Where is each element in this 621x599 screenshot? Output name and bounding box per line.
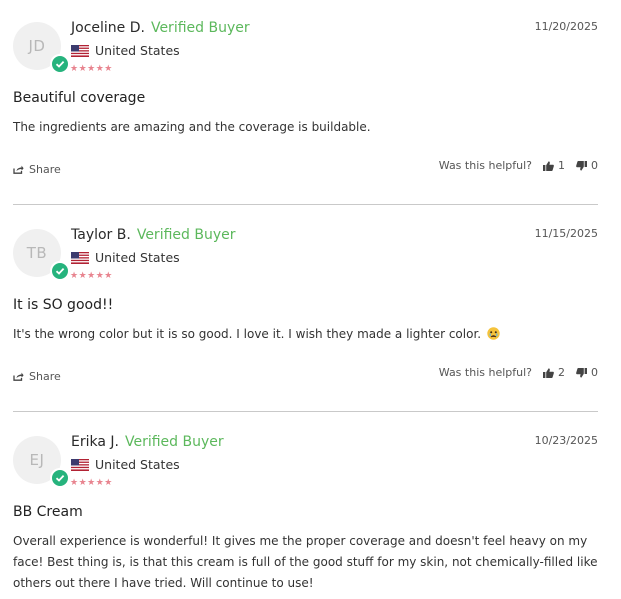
thumbs-up-icon[interactable]	[543, 367, 554, 378]
verified-buyer-label: Verified Buyer	[150, 20, 250, 36]
helpful-down-count: 0	[591, 159, 598, 172]
star-rating: ★★★★★	[70, 271, 113, 281]
helpful-votes: Was this helpful? 1 0	[439, 159, 598, 172]
thumbs-up-icon[interactable]	[543, 160, 554, 171]
crying-face-emoji-icon	[487, 327, 500, 340]
avatar-initials: TB	[26, 244, 48, 262]
verified-buyer-label: Verified Buyer	[136, 227, 236, 243]
thumbs-down-icon[interactable]	[576, 160, 587, 171]
reviewer-name: Joceline D. Verified Buyer	[71, 20, 250, 36]
review-body: It's the wrong color but it is so good. …	[13, 324, 603, 345]
review-title: Beautiful coverage	[13, 90, 146, 106]
review-body: The ingredients are amazing and the cove…	[13, 120, 371, 134]
review-body-text: It's the wrong color but it is so good. …	[13, 327, 482, 341]
us-flag-icon	[71, 44, 89, 57]
reviewer-country: United States	[71, 43, 180, 58]
reviewer-name-text: Joceline D.	[71, 20, 145, 36]
avatar-initials: EJ	[29, 451, 45, 469]
country-text: United States	[95, 457, 180, 472]
share-label: Share	[29, 370, 61, 383]
thumbs-down-icon[interactable]	[576, 367, 587, 378]
helpful-up-count: 2	[558, 366, 565, 379]
share-icon	[13, 372, 24, 381]
star-rating: ★★★★★	[70, 64, 113, 74]
share-icon	[13, 165, 24, 174]
review-divider	[13, 411, 598, 412]
review-body: Overall experience is wonderful! It give…	[13, 534, 598, 590]
review-item: EJ Erika J. Verified Buyer United States …	[13, 434, 598, 599]
verified-check-icon	[50, 468, 70, 488]
us-flag-icon	[71, 251, 89, 264]
review-title: It is SO good!!	[13, 297, 114, 313]
avatar-initials: JD	[28, 37, 46, 55]
us-flag-icon	[71, 458, 89, 471]
helpful-label: Was this helpful?	[438, 159, 532, 172]
verified-buyer-label: Verified Buyer	[124, 434, 224, 450]
share-button[interactable]: Share	[13, 163, 61, 176]
review-date: 11/15/2025	[534, 227, 598, 240]
verified-check-icon	[50, 54, 70, 74]
helpful-votes: Was this helpful? 2 0	[439, 366, 598, 379]
star-rating: ★★★★★	[70, 478, 113, 488]
share-label: Share	[29, 163, 61, 176]
country-text: United States	[95, 250, 180, 265]
review-title: BB Cream	[13, 504, 83, 520]
share-button[interactable]: Share	[13, 370, 61, 383]
helpful-up-count: 1	[558, 159, 565, 172]
reviewer-name: Erika J. Verified Buyer	[71, 434, 224, 450]
helpful-label: Was this helpful?	[438, 366, 532, 379]
reviewer-name: Taylor B. Verified Buyer	[71, 227, 235, 243]
reviewer-country: United States	[71, 250, 180, 265]
verified-check-icon	[50, 261, 70, 281]
reviewer-name-text: Erika J.	[71, 434, 119, 450]
review-date: 11/20/2025	[534, 20, 598, 33]
reviewer-name-text: Taylor B.	[71, 227, 131, 243]
review-date: 10/23/2025	[534, 434, 598, 447]
review-item: TB Taylor B. Verified Buyer United States…	[13, 227, 598, 392]
country-text: United States	[95, 43, 180, 58]
reviewer-country: United States	[71, 457, 180, 472]
review-item: JD Joceline D. Verified Buyer United Stat…	[13, 20, 598, 185]
review-divider	[13, 204, 598, 205]
helpful-down-count: 0	[591, 366, 598, 379]
